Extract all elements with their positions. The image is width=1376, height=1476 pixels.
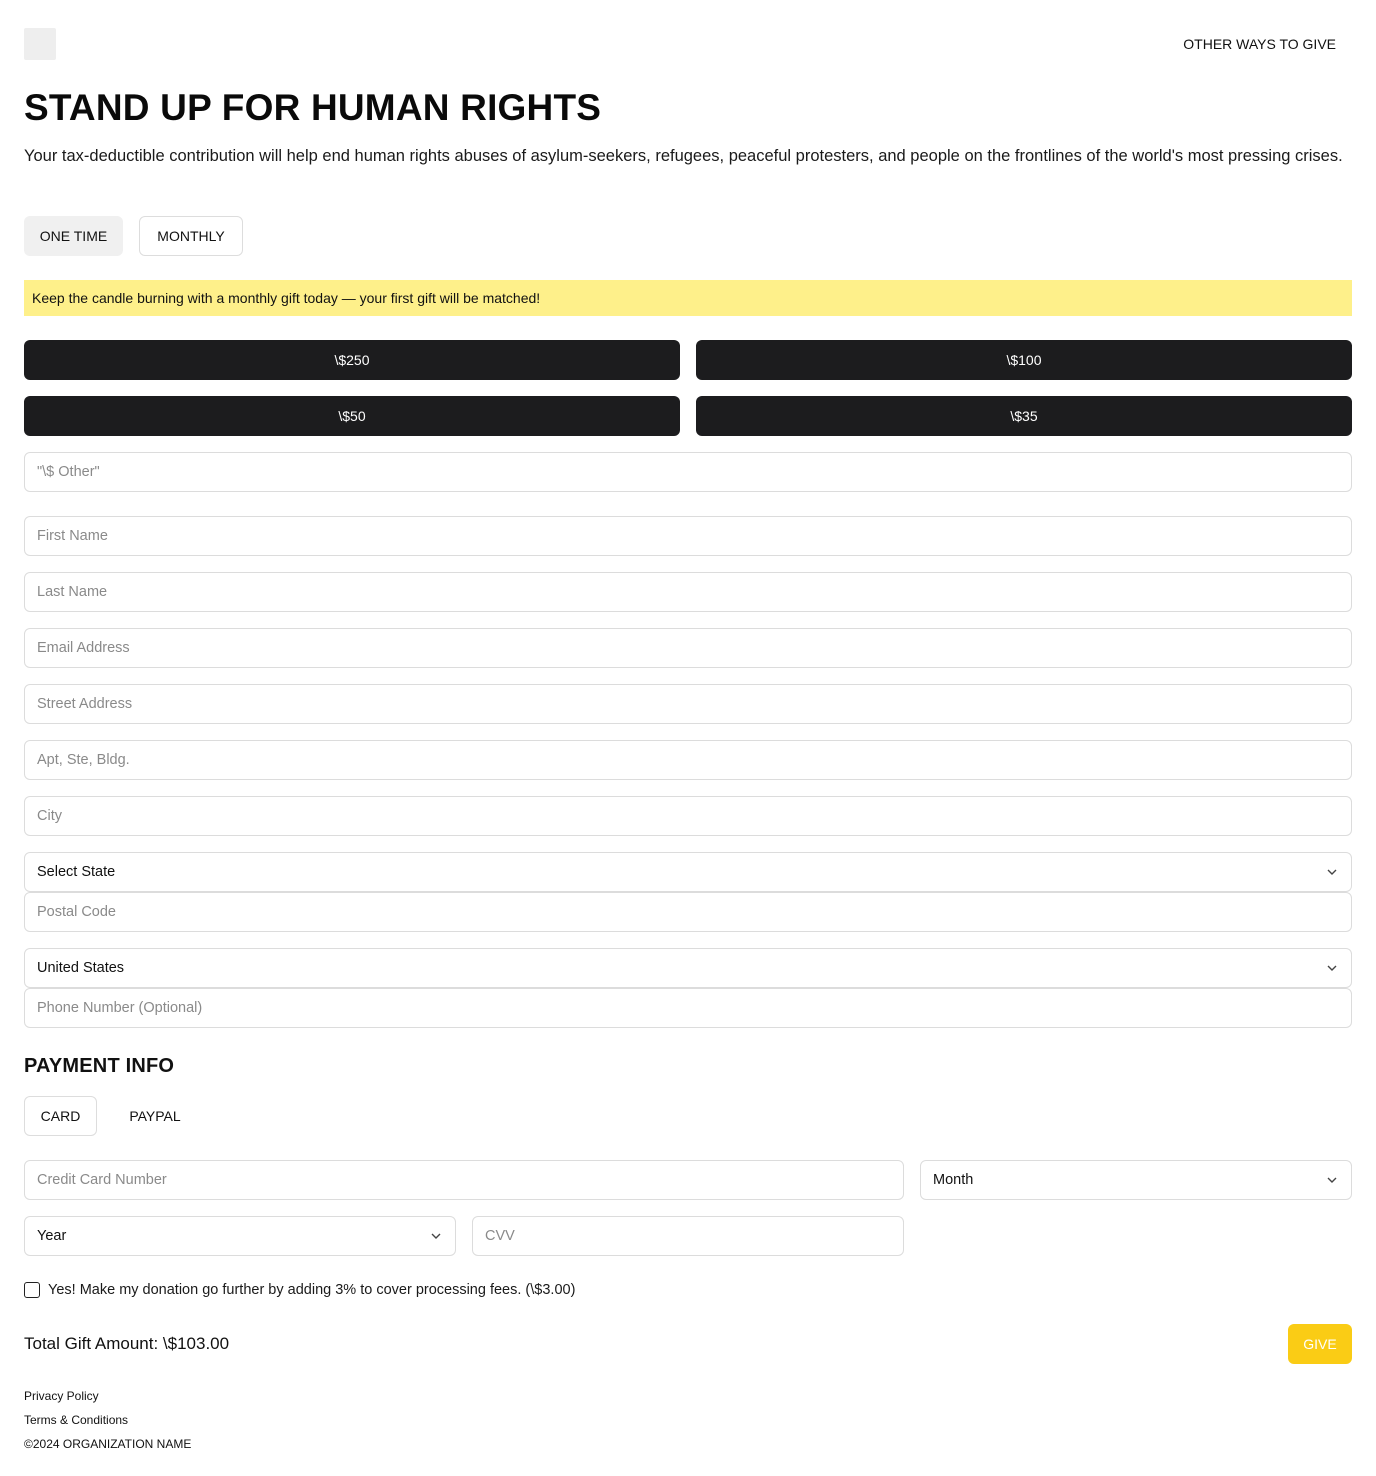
cover-fees-label: Yes! Make my donation go further by addi… <box>48 1282 576 1298</box>
payment-heading: PAYMENT INFO <box>24 1055 175 1077</box>
month-select-value: Month <box>933 1172 974 1188</box>
copyright-text: ©2024 ORGANIZATION NAME <box>24 1437 192 1451</box>
month-select[interactable]: Month <box>920 1160 1352 1200</box>
tab-card[interactable]: CARD <box>24 1096 97 1136</box>
card-number-input[interactable]: Credit Card Number <box>24 1160 904 1200</box>
logo-icon[interactable] <box>24 28 56 60</box>
tab-paypal[interactable]: PAYPAL <box>113 1096 197 1136</box>
total-gift-amount: Total Gift Amount: \$103.00 <box>24 1334 230 1353</box>
give-button[interactable]: GIVE <box>1288 1324 1352 1364</box>
chevron-down-icon <box>1327 965 1337 971</box>
amount-50-button[interactable]: \$50 <box>24 396 680 436</box>
state-select[interactable]: Select State <box>24 852 1352 892</box>
first-name-input[interactable]: First Name <box>24 516 1352 556</box>
other-ways-to-give-link[interactable]: OTHER WAYS TO GIVE <box>1160 33 1352 55</box>
country-select-value: United States <box>37 960 125 976</box>
chevron-down-icon <box>1327 1177 1337 1183</box>
privacy-policy-link[interactable]: Privacy Policy <box>24 1388 99 1404</box>
amount-250-button[interactable]: \$250 <box>24 340 680 380</box>
year-select-value: Year <box>37 1228 67 1244</box>
city-input[interactable]: City <box>24 796 1352 836</box>
country-select[interactable]: United States <box>24 948 1352 988</box>
chevron-down-icon <box>431 1233 441 1239</box>
cvv-input[interactable]: CVV <box>472 1216 904 1256</box>
year-select[interactable]: Year <box>24 1216 456 1256</box>
terms-link[interactable]: Terms & Conditions <box>24 1412 128 1428</box>
match-banner: Keep the candle burning with a monthly g… <box>24 280 1352 316</box>
other-amount-input[interactable]: "\$ Other" <box>24 452 1352 492</box>
email-input[interactable]: Email Address <box>24 628 1352 668</box>
postal-code-input[interactable]: Postal Code <box>24 892 1352 932</box>
cover-fees-checkbox[interactable] <box>24 1282 40 1298</box>
last-name-input[interactable]: Last Name <box>24 572 1352 612</box>
street-address-input[interactable]: Street Address <box>24 684 1352 724</box>
amount-100-button[interactable]: \$100 <box>696 340 1352 380</box>
monthly-button[interactable]: MONTHLY <box>139 216 243 256</box>
one-time-button[interactable]: ONE TIME <box>24 216 123 256</box>
page-subtitle: Your tax-deductible contribution will he… <box>24 147 1343 165</box>
chevron-down-icon <box>1327 869 1337 875</box>
page-title: STAND UP FOR HUMAN RIGHTS <box>24 87 602 128</box>
apt-input[interactable]: Apt, Ste, Bldg. <box>24 740 1352 780</box>
cover-fees-row[interactable]: Yes! Make my donation go further by addi… <box>24 1280 575 1300</box>
phone-input[interactable]: Phone Number (Optional) <box>24 988 1352 1028</box>
state-select-value: Select State <box>37 864 116 880</box>
amount-35-button[interactable]: \$35 <box>696 396 1352 436</box>
